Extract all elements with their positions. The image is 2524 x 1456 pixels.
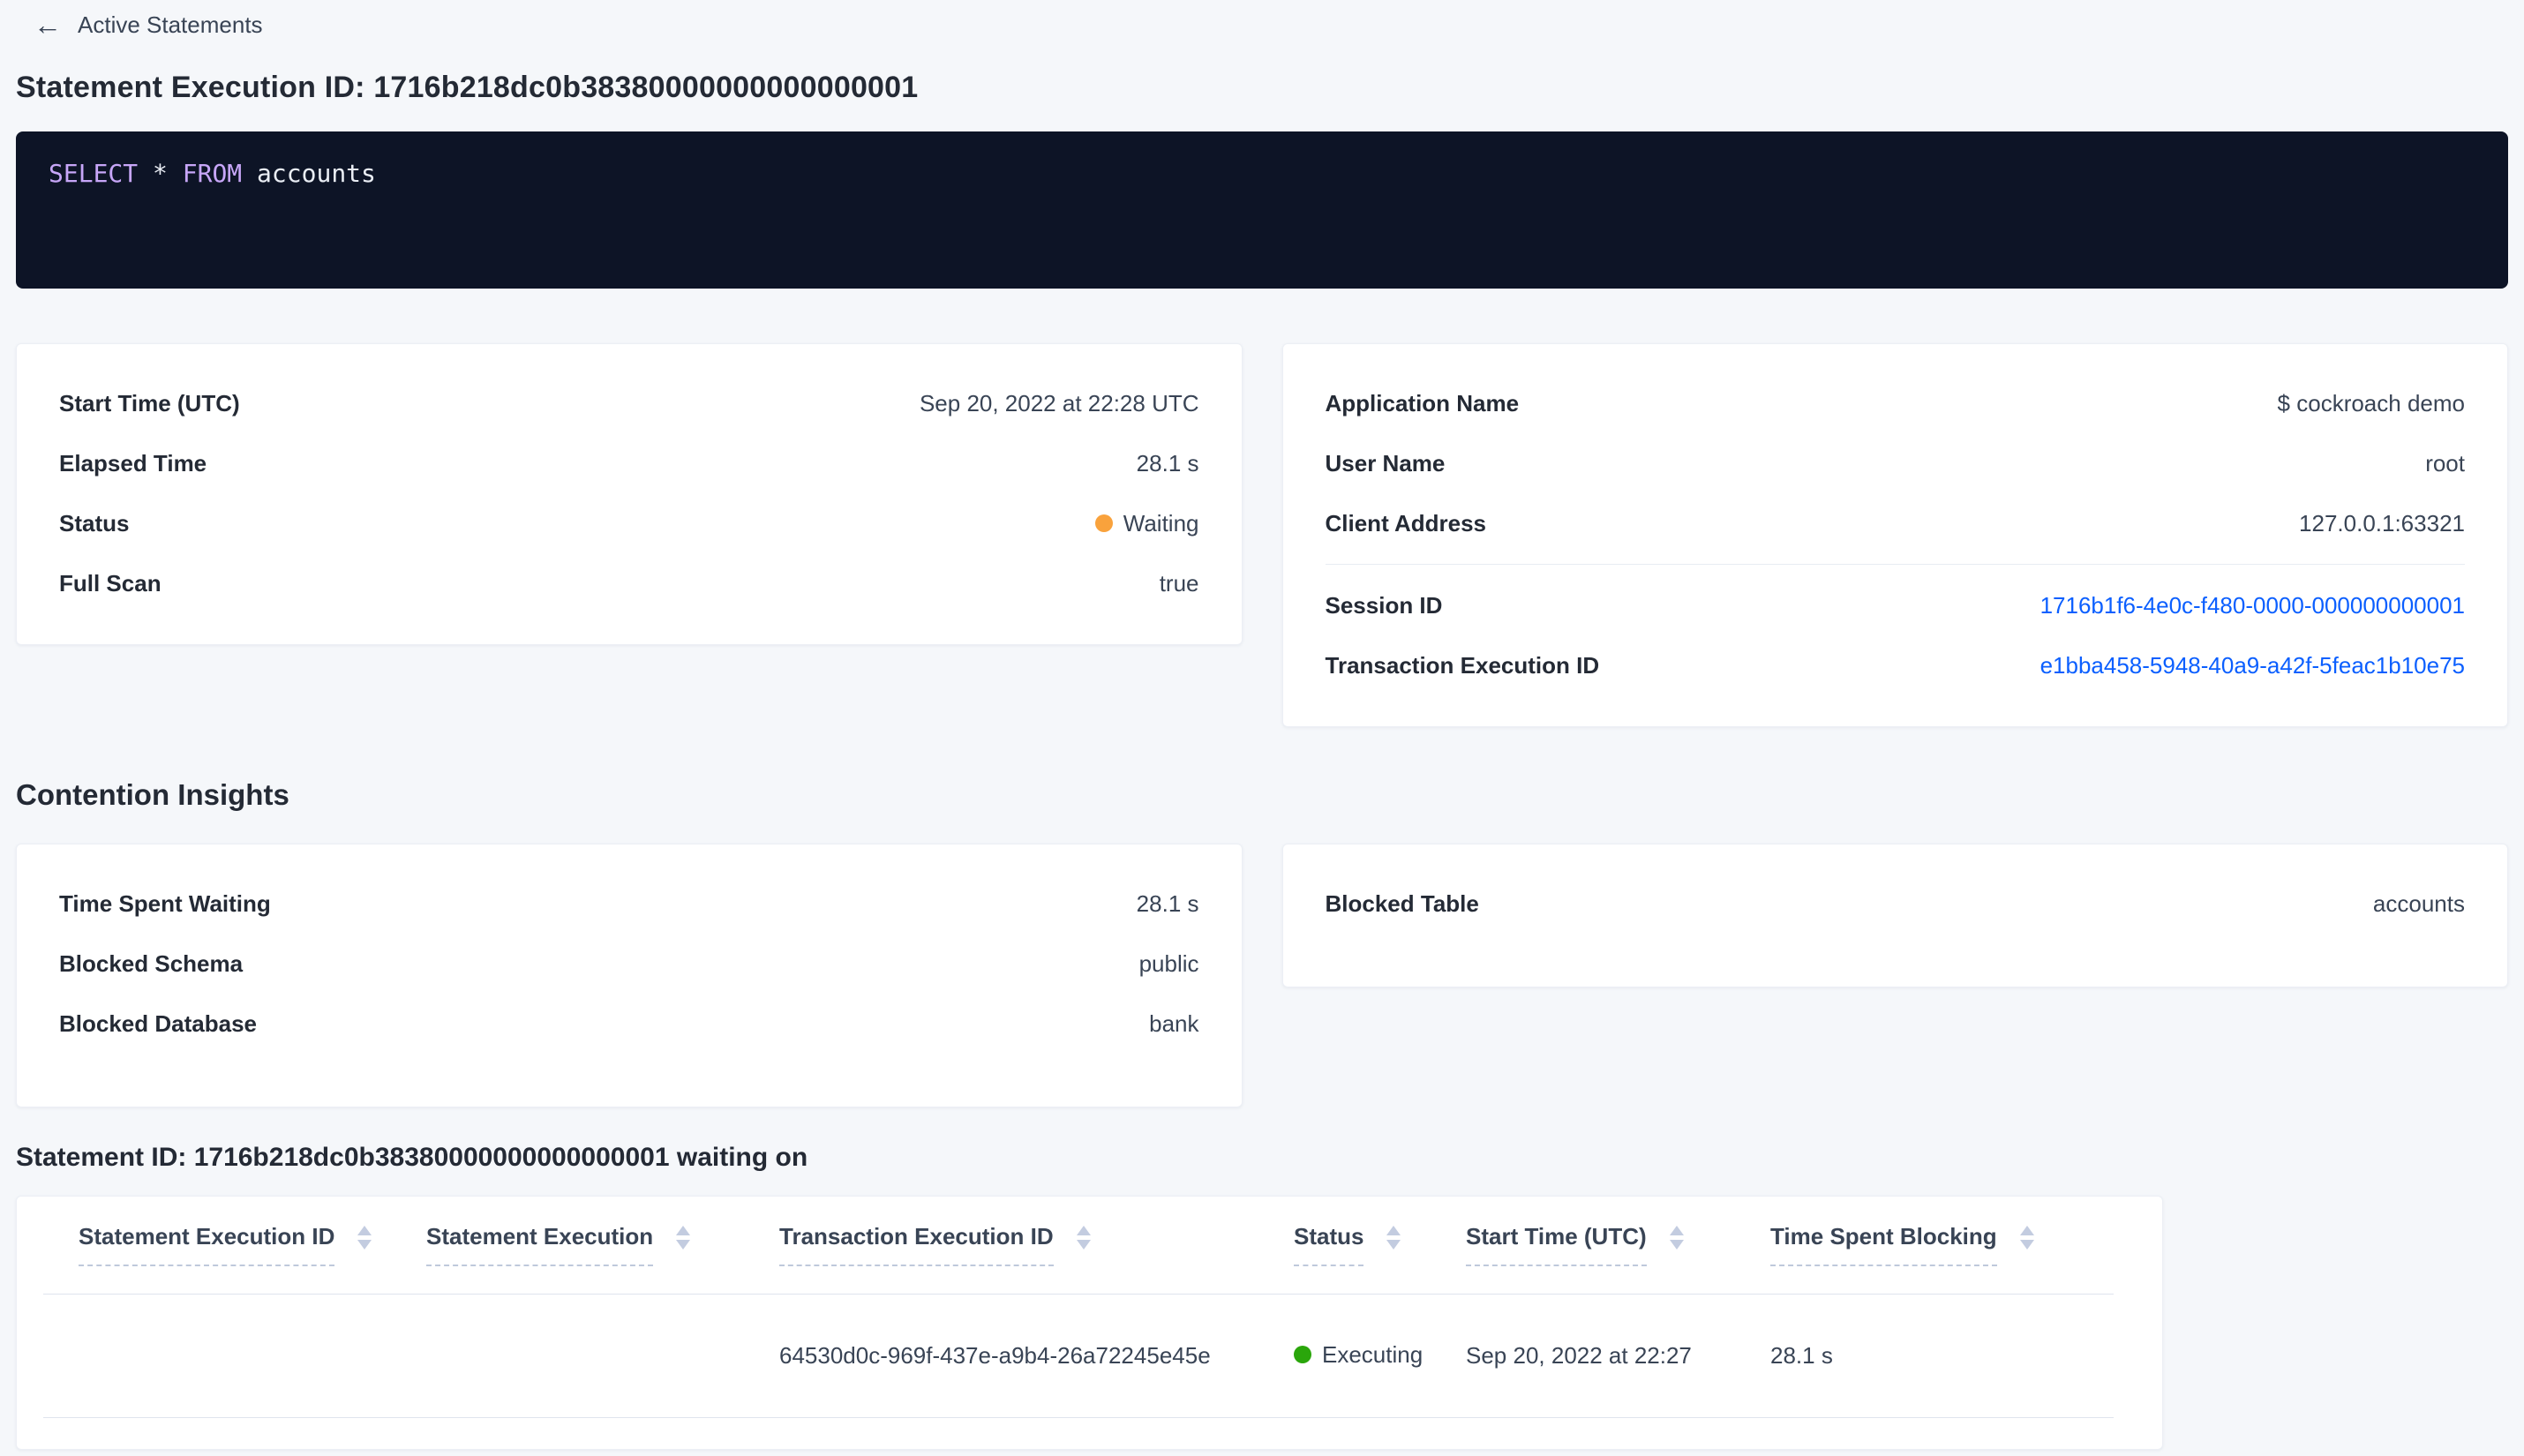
execution-details-card: Start Time (UTC) Sep 20, 2022 at 22:28 U… <box>16 343 1243 645</box>
user-name-label: User Name <box>1325 449 1446 477</box>
transaction-execution-id-link[interactable]: e1bba458-5948-40a9-a42f-5feac1b10e75 <box>2040 652 2465 679</box>
blocked-table-row: Blocked Table accounts <box>1326 874 2466 934</box>
blocked-table-value: accounts <box>2372 889 2465 917</box>
sort-icon[interactable] <box>676 1226 691 1250</box>
contention-details-card: Time Spent Waiting 28.1 s Blocked Schema… <box>16 844 1243 1107</box>
time-spent-waiting-value: 28.1 s <box>1136 889 1199 917</box>
full-scan-label: Full Scan <box>59 569 162 597</box>
column-header-time-spent-blocking[interactable]: Time Spent Blocking <box>1770 1197 2114 1295</box>
cell-statement-execution <box>426 1294 779 1418</box>
application-name-value: $ cockroach demo <box>2277 389 2465 417</box>
sql-star: * <box>153 159 168 188</box>
column-header-statement-execution-id[interactable]: Statement Execution ID <box>43 1197 426 1295</box>
time-spent-waiting-label: Time Spent Waiting <box>59 889 271 917</box>
contention-insights-heading: Contention Insights <box>16 778 289 811</box>
back-link-label: Active Statements <box>78 11 263 38</box>
application-name-label: Application Name <box>1325 389 1520 417</box>
column-header-statement-execution[interactable]: Statement Execution <box>426 1197 779 1295</box>
application-name-row: Application Name $ cockroach demo <box>1326 373 2466 433</box>
table-row: 64530d0c-969f-437e-a9b4-26a72245e45e Exe… <box>43 1294 2114 1418</box>
elapsed-time-row: Elapsed Time 28.1 s <box>59 433 1199 493</box>
session-id-label: Session ID <box>1325 591 1443 619</box>
session-details-card: Application Name $ cockroach demo User N… <box>1281 343 2508 727</box>
blocked-database-row: Blocked Database bank <box>59 994 1199 1054</box>
start-time-header-label: Start Time (UTC) <box>1466 1223 1647 1267</box>
status-label: Status <box>59 509 130 537</box>
client-address-label: Client Address <box>1325 509 1487 537</box>
blocked-schema-row: Blocked Schema public <box>59 934 1199 994</box>
contention-cards-row: Time Spent Waiting 28.1 s Blocked Schema… <box>16 844 2508 1107</box>
full-scan-value: true <box>1159 569 1199 597</box>
waiting-on-table-card: Statement Execution ID Statement Executi… <box>16 1196 2163 1450</box>
blocked-table-card: Blocked Table accounts <box>1281 844 2508 987</box>
transaction-execution-id-label: Transaction Execution ID <box>1325 651 1600 679</box>
blocked-schema-value: public <box>1138 949 1199 977</box>
session-id-link[interactable]: 1716b1f6-4e0c-f480-0000-000000000001 <box>2040 592 2465 619</box>
blocked-schema-label: Blocked Schema <box>59 949 244 977</box>
waiting-on-table: Statement Execution ID Statement Executi… <box>43 1197 2114 1418</box>
cell-time-spent-blocking: 28.1 s <box>1770 1294 2114 1418</box>
back-arrow-icon: ← <box>34 9 62 41</box>
back-link[interactable]: ← Active Statements <box>34 11 263 39</box>
statement-execution-id-header-label: Statement Execution ID <box>79 1223 335 1267</box>
waiting-status-dot-icon <box>1094 514 1113 532</box>
sort-icon[interactable] <box>2019 1226 2034 1250</box>
page-title: Statement Execution ID: 1716b218dc0b3838… <box>16 71 919 104</box>
statement-execution-header-label: Statement Execution <box>426 1223 654 1267</box>
status-value: Waiting <box>1094 509 1199 537</box>
status-row: Status Waiting <box>59 493 1199 553</box>
sort-icon[interactable] <box>1669 1226 1684 1250</box>
blocked-database-label: Blocked Database <box>59 1009 257 1037</box>
cell-start-time: Sep 20, 2022 at 22:27 <box>1466 1294 1770 1418</box>
waiting-on-heading: Statement ID: 1716b218dc0b38380000000000… <box>16 1143 808 1172</box>
status-text: Waiting <box>1123 509 1199 537</box>
details-cards-row: Start Time (UTC) Sep 20, 2022 at 22:28 U… <box>16 343 2508 727</box>
sql-identifier: accounts <box>257 159 376 188</box>
table-header-row: Statement Execution ID Statement Executi… <box>43 1197 2114 1295</box>
column-header-transaction-execution-id[interactable]: Transaction Execution ID <box>779 1197 1294 1295</box>
cell-status: Executing <box>1294 1294 1466 1418</box>
session-id-row: Session ID 1716b1f6-4e0c-f480-0000-00000… <box>1326 575 2466 635</box>
sort-icon[interactable] <box>357 1226 372 1250</box>
transaction-execution-id-row: Transaction Execution ID e1bba458-5948-4… <box>1326 635 2466 695</box>
session-card-divider <box>1325 564 2465 565</box>
sql-keyword-select: SELECT <box>49 159 139 188</box>
time-spent-waiting-row: Time Spent Waiting 28.1 s <box>59 874 1199 934</box>
blocked-table-label: Blocked Table <box>1325 889 1479 917</box>
client-address-value: 127.0.0.1:63321 <box>2299 509 2465 537</box>
cell-transaction-execution-id: 64530d0c-969f-437e-a9b4-26a72245e45e <box>779 1294 1294 1418</box>
user-name-value: root <box>2425 449 2465 477</box>
row-status-text: Executing <box>1322 1340 1424 1368</box>
time-spent-blocking-header-label: Time Spent Blocking <box>1770 1223 1997 1267</box>
status-header-label: Status <box>1294 1223 1364 1267</box>
user-name-row: User Name root <box>1326 433 2466 493</box>
blocked-database-value: bank <box>1149 1009 1199 1037</box>
elapsed-time-label: Elapsed Time <box>59 449 207 477</box>
sql-statement-box: SELECT * FROM accounts <box>16 131 2508 289</box>
cell-statement-execution-id <box>43 1294 426 1418</box>
start-time-value: Sep 20, 2022 at 22:28 UTC <box>919 389 1199 417</box>
executing-status-dot-icon <box>1294 1346 1311 1364</box>
sql-keyword-from: FROM <box>182 159 243 188</box>
column-header-start-time[interactable]: Start Time (UTC) <box>1466 1197 1770 1295</box>
client-address-row: Client Address 127.0.0.1:63321 <box>1326 493 2466 553</box>
start-time-label: Start Time (UTC) <box>59 389 240 417</box>
column-header-status[interactable]: Status <box>1294 1197 1466 1295</box>
statement-execution-page: ← Active Statements Statement Execution … <box>0 0 2524 1450</box>
transaction-execution-id-header-label: Transaction Execution ID <box>779 1223 1054 1267</box>
sort-icon[interactable] <box>1076 1226 1091 1250</box>
sort-icon[interactable] <box>1386 1226 1401 1250</box>
elapsed-time-value: 28.1 s <box>1136 449 1199 477</box>
full-scan-row: Full Scan true <box>59 553 1199 613</box>
start-time-row: Start Time (UTC) Sep 20, 2022 at 22:28 U… <box>59 373 1199 433</box>
